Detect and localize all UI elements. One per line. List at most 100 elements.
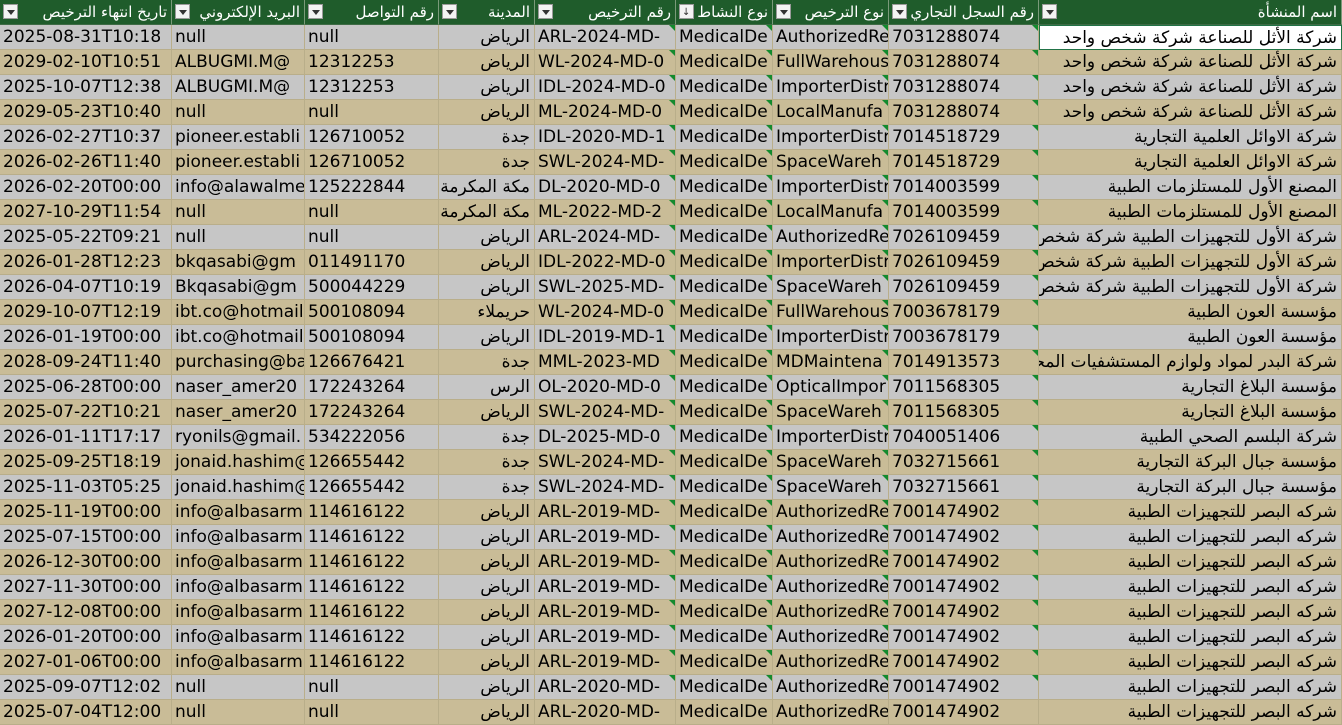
cell-license-number[interactable]: SWL-2024-MD- (535, 400, 676, 425)
cell-license-type[interactable]: AuthorizedRe (773, 500, 889, 525)
cell-email[interactable]: ibt.co@hotmail (172, 325, 305, 350)
cell-city[interactable]: الرياض (439, 675, 535, 700)
cell-email[interactable]: null (172, 100, 305, 125)
cell-phone[interactable]: 114616122 (305, 650, 439, 675)
cell-expiry-date[interactable]: 2026-02-26T11:40 (0, 150, 172, 175)
cell-license-number[interactable]: WL-2024-MD-0 (535, 50, 676, 75)
cell-city[interactable]: الرياض (439, 700, 535, 725)
cell-phone[interactable]: null (305, 200, 439, 225)
cell-activity-type[interactable]: MedicalDe (676, 525, 773, 550)
cell-phone[interactable]: null (305, 700, 439, 725)
cell-expiry-date[interactable]: 2025-11-03T05:25 (0, 475, 172, 500)
cell-phone[interactable]: 172243264 (305, 375, 439, 400)
cell-expiry-date[interactable]: 2027-10-29T11:54 (0, 200, 172, 225)
cell-activity-type[interactable]: MedicalDe (676, 600, 773, 625)
cell-email[interactable]: pioneer.establi (172, 125, 305, 150)
cell-phone[interactable]: 114616122 (305, 625, 439, 650)
cell-establishment-name[interactable]: شركة الأول للتجهيزات الطبية شركة شخص وا (1039, 250, 1342, 275)
cell-cr-number[interactable]: 7031288074 (889, 50, 1039, 75)
cell-activity-type[interactable]: MedicalDe (676, 350, 773, 375)
cell-establishment-name[interactable]: شركة البدر لمواد ولوازم المستشفيات المحد… (1039, 350, 1342, 375)
cell-email[interactable]: null (172, 200, 305, 225)
cell-expiry-date[interactable]: 2025-10-07T12:38 (0, 75, 172, 100)
cell-phone[interactable]: 114616122 (305, 575, 439, 600)
cell-phone[interactable]: 114616122 (305, 525, 439, 550)
filter-dropdown-icon[interactable] (3, 4, 18, 19)
cell-establishment-name[interactable]: شركة البلسم الصحي الطبية (1039, 425, 1342, 450)
cell-activity-type[interactable]: MedicalDe (676, 275, 773, 300)
cell-license-number[interactable]: ARL-2019-MD- (535, 650, 676, 675)
cell-activity-type[interactable]: MedicalDe (676, 75, 773, 100)
cell-email[interactable]: pioneer.establi (172, 150, 305, 175)
cell-expiry-date[interactable]: 2027-11-30T00:00 (0, 575, 172, 600)
cell-license-number[interactable]: SWL-2024-MD- (535, 150, 676, 175)
cell-license-number[interactable]: SWL-2024-MD- (535, 450, 676, 475)
cell-expiry-date[interactable]: 2025-06-28T00:00 (0, 375, 172, 400)
cell-license-type[interactable]: ImporterDistr (773, 325, 889, 350)
cell-license-number[interactable]: ARL-2019-MD- (535, 550, 676, 575)
cell-activity-type[interactable]: MedicalDe (676, 150, 773, 175)
header-expiry-date[interactable]: تاريخ انتهاء الترخيص (0, 0, 172, 25)
cell-license-number[interactable]: ARL-2019-MD- (535, 625, 676, 650)
cell-cr-number[interactable]: 7001474902 (889, 650, 1039, 675)
cell-expiry-date[interactable]: 2026-01-28T12:23 (0, 250, 172, 275)
cell-phone[interactable]: 126676421 (305, 350, 439, 375)
cell-expiry-date[interactable]: 2026-12-30T00:00 (0, 550, 172, 575)
cell-cr-number[interactable]: 7026109459 (889, 250, 1039, 275)
cell-activity-type[interactable]: MedicalDe (676, 425, 773, 450)
cell-license-type[interactable]: ImporterDistr (773, 125, 889, 150)
cell-cr-number[interactable]: 7040051406 (889, 425, 1039, 450)
cell-city[interactable]: الرياض (439, 575, 535, 600)
cell-city[interactable]: الرياض (439, 100, 535, 125)
cell-expiry-date[interactable]: 2029-10-07T12:19 (0, 300, 172, 325)
cell-expiry-date[interactable]: 2026-01-11T17:17 (0, 425, 172, 450)
cell-city[interactable]: الرياض (439, 400, 535, 425)
cell-establishment-name[interactable]: شركه البصر للتجهيزات الطبية (1039, 625, 1342, 650)
cell-license-type[interactable]: SpaceWareh (773, 450, 889, 475)
cell-phone[interactable]: 172243264 (305, 400, 439, 425)
cell-license-number[interactable]: ARL-2020-MD- (535, 675, 676, 700)
cell-establishment-name[interactable]: شركة الأول للتجهيزات الطبية شركة شخص وا (1039, 225, 1342, 250)
cell-expiry-date[interactable]: 2027-01-06T00:00 (0, 650, 172, 675)
header-email[interactable]: البريد الإلكتروني (172, 0, 305, 25)
cell-cr-number[interactable]: 7026109459 (889, 275, 1039, 300)
cell-cr-number[interactable]: 7001474902 (889, 550, 1039, 575)
cell-cr-number[interactable]: 7014518729 (889, 125, 1039, 150)
cell-email[interactable]: jonaid.hashim@ (172, 475, 305, 500)
cell-license-number[interactable]: ML-2022-MD-2 (535, 200, 676, 225)
cell-activity-type[interactable]: MedicalDe (676, 100, 773, 125)
cell-expiry-date[interactable]: 2028-09-24T11:40 (0, 350, 172, 375)
cell-activity-type[interactable]: MedicalDe (676, 200, 773, 225)
cell-cr-number[interactable]: 7003678179 (889, 325, 1039, 350)
cell-expiry-date[interactable]: 2026-02-20T00:00 (0, 175, 172, 200)
cell-establishment-name[interactable]: شركه البصر للتجهيزات الطبية (1039, 700, 1342, 725)
cell-activity-type[interactable]: MedicalDe (676, 225, 773, 250)
cell-city[interactable]: مكة المكرمة (439, 200, 535, 225)
cell-cr-number[interactable]: 7032715661 (889, 450, 1039, 475)
cell-expiry-date[interactable]: 2026-04-07T10:19 (0, 275, 172, 300)
cell-cr-number[interactable]: 7003678179 (889, 300, 1039, 325)
header-phone[interactable]: رقم التواصل (305, 0, 439, 25)
cell-establishment-name[interactable]: مؤسسة البلاغ التجارية (1039, 375, 1342, 400)
cell-license-type[interactable]: OpticalImpor (773, 375, 889, 400)
cell-expiry-date[interactable]: 2027-12-08T00:00 (0, 600, 172, 625)
cell-license-type[interactable]: ImporterDistr (773, 75, 889, 100)
cell-establishment-name[interactable]: شركه البصر للتجهيزات الطبية (1039, 550, 1342, 575)
cell-city[interactable]: الرياض (439, 525, 535, 550)
filter-dropdown-icon[interactable] (175, 4, 190, 19)
cell-phone[interactable]: 126655442 (305, 450, 439, 475)
cell-establishment-name[interactable]: شركة الأثل للصناعة شركة شخص واحد (1039, 25, 1342, 50)
cell-phone[interactable]: null (305, 100, 439, 125)
cell-phone[interactable]: 125222844 (305, 175, 439, 200)
cell-activity-type[interactable]: MedicalDe (676, 650, 773, 675)
cell-expiry-date[interactable]: 2025-07-04T12:00 (0, 700, 172, 725)
cell-email[interactable]: info@albasarm (172, 650, 305, 675)
cell-cr-number[interactable]: 7014003599 (889, 200, 1039, 225)
cell-phone[interactable]: 500044229 (305, 275, 439, 300)
cell-expiry-date[interactable]: 2026-01-20T00:00 (0, 625, 172, 650)
cell-establishment-name[interactable]: شركة الأول للتجهيزات الطبية شركة شخص وا (1039, 275, 1342, 300)
cell-city[interactable]: الرياض (439, 250, 535, 275)
cell-license-number[interactable]: ARL-2019-MD- (535, 500, 676, 525)
cell-license-type[interactable]: AuthorizedRe (773, 25, 889, 50)
cell-city[interactable]: الرياض (439, 225, 535, 250)
